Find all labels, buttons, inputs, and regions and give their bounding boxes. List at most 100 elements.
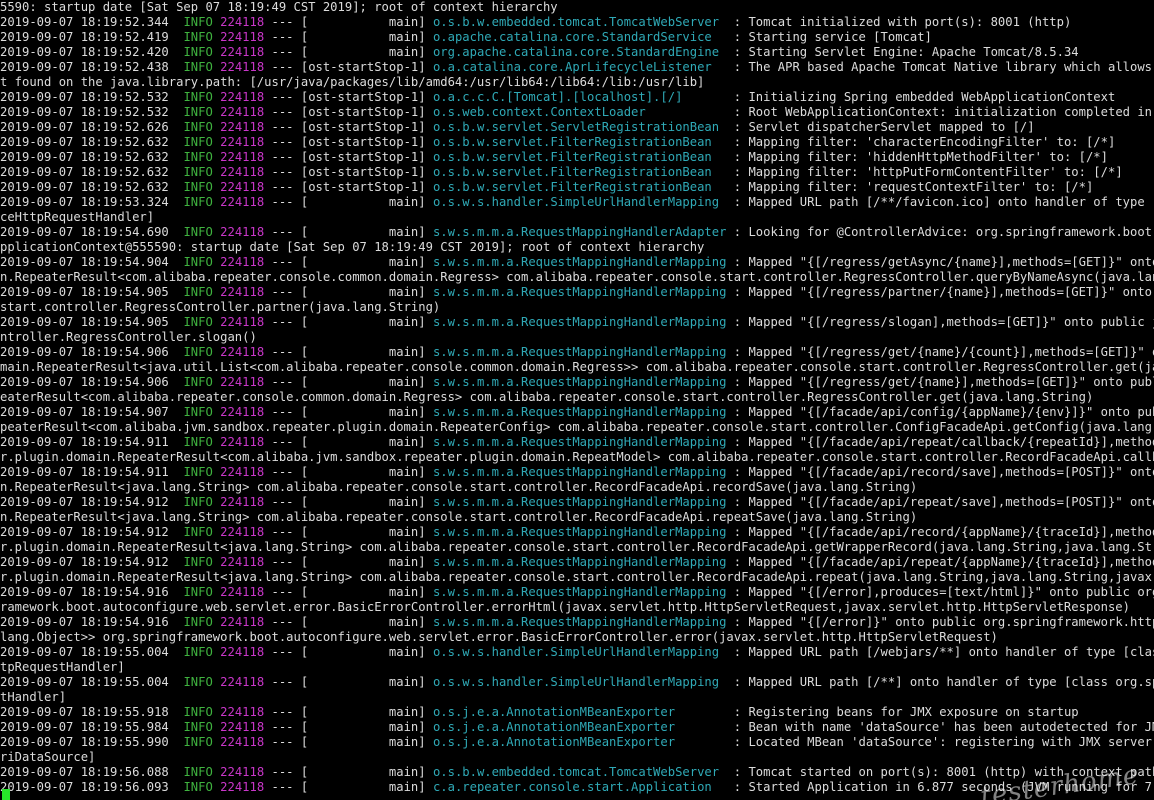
log-text: 2019-09-07 18:19:52.632 [0,165,184,179]
log-text: 2019-09-07 18:19:54.906 [0,345,184,359]
log-text: 2019-09-07 18:19:52.632 [0,150,184,164]
log-text: 2019-09-07 18:19:54.907 [0,405,184,419]
process-id: 224118 [220,90,265,104]
log-text: 2019-09-07 18:19:54.912 [0,525,184,539]
log-level: INFO [183,120,213,134]
log-text: riDataSource] [0,750,96,764]
process-id: 224118 [220,615,265,629]
log-text: --- [ost-startStop-1] [264,60,433,74]
log-text: --- [ main] [264,375,433,389]
log-text: 5590: startup date [Sat Sep 07 18:19:49 … [0,0,558,14]
log-text: 2019-09-07 18:19:52.438 [0,60,184,74]
logger-name: o.s.w.s.handler.SimpleUrlHandlerMapping [432,195,727,209]
log-line: 2019-09-07 18:19:52.420 INFO 224118 --- … [0,45,1154,60]
log-text: : Mapped "{[/facade/api/repeat/callback/… [733,435,1154,449]
log-line: 2019-09-07 18:19:54.911 INFO 224118 --- … [0,465,1154,480]
log-text: tpRequestHandler] [0,660,125,674]
logger-name: s.w.s.m.m.a.RequestMappingHandlerMapping [432,405,727,419]
logger-name: s.w.s.m.m.a.RequestMappingHandlerMapping [432,465,727,479]
log-level: INFO [183,15,213,29]
log-line: 2019-09-07 18:19:55.004 INFO 224118 --- … [0,645,1154,660]
log-level: INFO [183,735,213,749]
logger-name: o.a.catalina.core.AprLifecycleListener [432,60,727,74]
log-text: : Initializing Spring embedded WebApplic… [726,90,1116,104]
log-text: r.plugin.domain.RepeaterResult<java.lang… [0,540,1154,554]
log-text: --- [ main] [264,255,433,269]
log-line: 2019-09-07 18:19:56.093 INFO 224118 --- … [0,780,1154,795]
process-id: 224118 [220,30,265,44]
log-text: 2019-09-07 18:19:55.990 [0,735,184,749]
log-line: n.RepeaterResult<java.lang.String> com.a… [0,480,1154,495]
logger-name: o.s.w.s.handler.SimpleUrlHandlerMapping [432,645,727,659]
log-text: --- [ main] [264,345,433,359]
log-line: 2019-09-07 18:19:52.632 INFO 224118 --- … [0,180,1154,195]
log-text: start.controller.RegressController.partn… [0,300,441,314]
log-line: 2019-09-07 18:19:54.912 INFO 224118 --- … [0,525,1154,540]
log-output: 5590: startup date [Sat Sep 07 18:19:49 … [0,0,1154,795]
log-line: 2019-09-07 18:19:54.690 INFO 224118 --- … [0,225,1154,240]
log-line: 2019-09-07 18:19:54.904 INFO 224118 --- … [0,255,1154,270]
logger-name: c.a.repeater.console.start.Application [432,780,727,794]
log-line: 5590: startup date [Sat Sep 07 18:19:49 … [0,0,1154,15]
process-id: 224118 [220,705,265,719]
log-text: 2019-09-07 18:19:54.916 [0,585,184,599]
logger-name: s.w.s.m.m.a.RequestMappingHandlerMapping [432,315,727,329]
log-text: : Tomcat started on port(s): 8001 (http)… [726,765,1154,779]
log-text: : Root WebApplicationContext: initializa… [733,105,1153,119]
log-text: --- [ main] [264,720,433,734]
log-line: 2019-09-07 18:19:55.004 INFO 224118 --- … [0,675,1154,690]
logger-name: s.w.s.m.m.a.RequestMappingHandlerMapping [432,585,727,599]
log-line: 2019-09-07 18:19:54.916 INFO 224118 --- … [0,615,1154,630]
log-line: 2019-09-07 18:19:54.916 INFO 224118 --- … [0,585,1154,600]
log-text: : Mapped "{[/facade/api/repeat/save],met… [733,495,1154,509]
logger-name: s.w.s.m.m.a.RequestMappingHandlerMapping [432,525,727,539]
logger-name: o.s.b.w.servlet.FilterRegistrationBean [432,165,727,179]
log-text: 2019-09-07 18:19:54.905 [0,285,184,299]
log-line: 2019-09-07 18:19:55.984 INFO 224118 --- … [0,720,1154,735]
log-line: ramework.boot.autoconfigure.web.servlet.… [0,600,1154,615]
logger-name: o.s.j.e.a.AnnotationMBeanExporter [432,735,727,749]
log-level: INFO [183,705,213,719]
process-id: 224118 [220,435,265,449]
log-line: 2019-09-07 18:19:54.905 INFO 224118 --- … [0,285,1154,300]
log-line: 2019-09-07 18:19:52.632 INFO 224118 --- … [0,135,1154,150]
log-text: --- [ main] [264,555,433,569]
log-level: INFO [183,720,213,734]
process-id: 224118 [220,675,265,689]
process-id: 224118 [220,720,265,734]
logger-name: s.w.s.m.m.a.RequestMappingHandlerMapping [432,555,727,569]
log-text: t found on the java.library.path: [/usr/… [0,75,705,89]
log-line: 2019-09-07 18:19:52.632 INFO 224118 --- … [0,165,1154,180]
log-line: start.controller.RegressController.partn… [0,300,1154,315]
process-id: 224118 [220,495,265,509]
log-level: INFO [183,465,213,479]
log-level: INFO [183,60,213,74]
log-level: INFO [183,165,213,179]
log-text: : Mapping filter: 'hiddenHttpMethodFilte… [726,150,1108,164]
log-text: --- [ main] [264,615,433,629]
process-id: 224118 [220,105,265,119]
logger-name: o.a.c.c.C.[Tomcat].[localhost].[/] [432,90,727,104]
log-text: main.RepeaterResult<java.util.List<com.a… [0,360,1154,374]
terminal-window[interactable]: 5590: startup date [Sat Sep 07 18:19:49 … [0,0,1154,800]
log-line: 2019-09-07 18:19:54.911 INFO 224118 --- … [0,435,1154,450]
log-level: INFO [183,405,213,419]
process-id: 224118 [220,645,265,659]
logger-name: s.w.s.m.m.a.RequestMappingHandlerMapping [432,615,727,629]
process-id: 224118 [220,135,265,149]
log-line: n.RepeaterResult<com.alibaba.repeater.co… [0,270,1154,285]
log-level: INFO [183,555,213,569]
log-level: INFO [183,135,213,149]
logger-name: o.s.web.context.ContextLoader [432,105,727,119]
log-line: r.plugin.domain.RepeaterResult<com.aliba… [0,450,1154,465]
log-text: : Mapped "{[/regress/get/{name}/{count}]… [733,345,1154,359]
log-text: : Starting service [Tomcat] [726,30,932,44]
logger-name: s.w.s.m.m.a.RequestMappingHandlerMapping [432,255,727,269]
log-line: 2019-09-07 18:19:52.532 INFO 224118 --- … [0,105,1154,120]
log-text: : Looking for @ControllerAdvice: org.spr… [733,225,1154,239]
logger-name: s.w.s.m.m.a.RequestMappingHandlerMapping [432,345,727,359]
log-line: eaterResult<com.alibaba.repeater.console… [0,390,1154,405]
process-id: 224118 [220,765,265,779]
log-text: : Mapped "{[/regress/partner/{name}],met… [733,285,1153,299]
log-text: : Mapped "{[/facade/api/config/{appName}… [733,405,1154,419]
